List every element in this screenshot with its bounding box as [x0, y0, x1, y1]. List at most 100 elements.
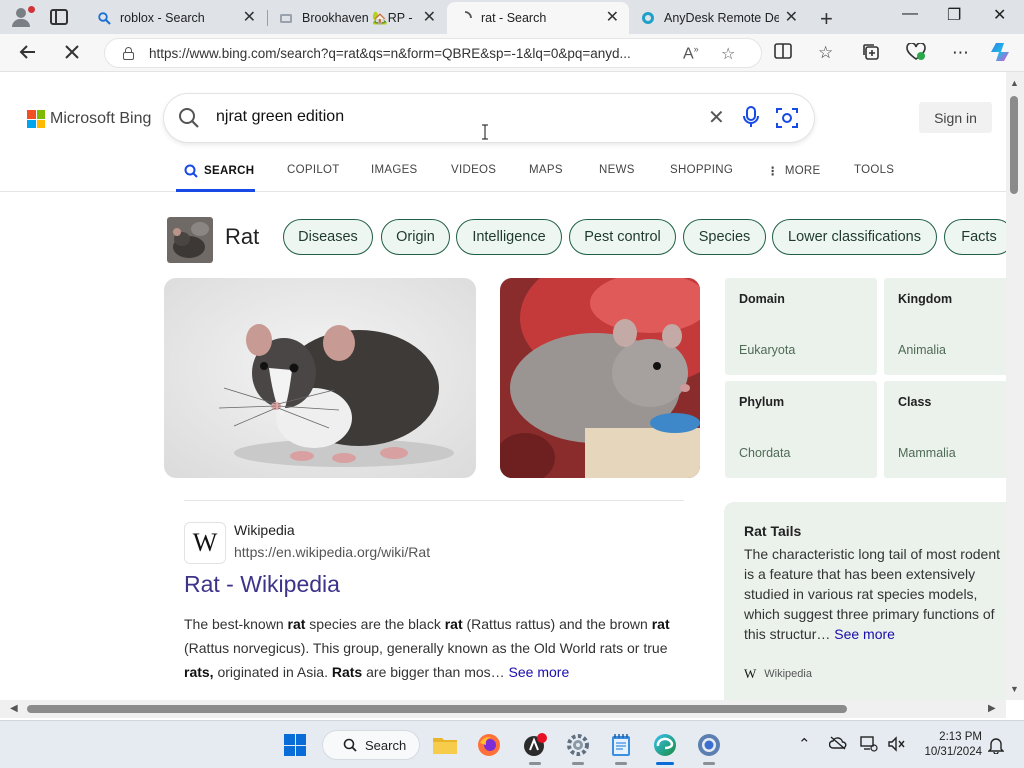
- scroll-left-icon[interactable]: ◀: [10, 703, 18, 714]
- close-window-icon[interactable]: ✕: [993, 5, 1006, 25]
- scroll-down-icon[interactable]: ▼: [1010, 684, 1019, 694]
- system-clock[interactable]: 2:13 PM 10/31/2024: [914, 730, 982, 760]
- edge-browser-icon[interactable]: [652, 733, 678, 757]
- scope-news[interactable]: NEWS: [599, 164, 635, 176]
- tab-title: Brookhaven 🏡RP - Roblox: [302, 10, 417, 25]
- collections-icon[interactable]: [862, 43, 880, 66]
- tab-rat-search[interactable]: rat - Search ✕: [447, 2, 629, 34]
- scope-more[interactable]: ⋮ MORE: [767, 164, 821, 178]
- taxonomy-value[interactable]: Mammalia: [898, 446, 956, 460]
- new-tab-button[interactable]: +: [820, 6, 833, 32]
- card-source[interactable]: W Wikipedia: [744, 666, 812, 682]
- taxonomy-value[interactable]: Animalia: [898, 343, 946, 357]
- chip-facts[interactable]: Facts: [944, 219, 1006, 255]
- entity-title: Rat: [225, 224, 260, 249]
- onedrive-sync-icon[interactable]: [828, 736, 847, 754]
- result-url[interactable]: https://en.wikipedia.org/wiki/Rat: [234, 544, 430, 560]
- profile-icon[interactable]: [8, 6, 36, 28]
- rat-image-1[interactable]: [164, 278, 476, 478]
- more-menu-icon[interactable]: ⋯: [952, 43, 969, 63]
- chip-origin[interactable]: Origin: [381, 219, 450, 255]
- close-tab-icon[interactable]: ✕: [785, 10, 798, 26]
- favorite-star-icon[interactable]: ☆: [721, 44, 735, 64]
- chip-intelligence[interactable]: Intelligence: [456, 219, 562, 255]
- rat-thumbnail-image[interactable]: [167, 217, 213, 263]
- scope-copilot[interactable]: COPILOT: [287, 164, 340, 176]
- tab-roblox-search[interactable]: roblox - Search ✕: [86, 2, 266, 34]
- taxonomy-value[interactable]: Eukaryota: [739, 343, 795, 357]
- close-tab-icon[interactable]: ✕: [423, 10, 436, 26]
- scroll-up-icon[interactable]: ▲: [1010, 78, 1019, 88]
- vertical-scrollbar[interactable]: ▲ ▼: [1006, 72, 1024, 700]
- horizontal-scroll-thumb[interactable]: [27, 705, 847, 713]
- favorites-icon[interactable]: ☆: [818, 43, 833, 63]
- card-text: The characteristic long tail of most rod…: [744, 544, 1006, 644]
- omnibox[interactable]: https://www.bing.com/search?q=rat&qs=n&f…: [104, 38, 762, 68]
- search-icon: [343, 738, 357, 752]
- copilot-icon[interactable]: [990, 40, 1014, 69]
- scope-tools[interactable]: TOOLS: [854, 164, 894, 176]
- windows-start-icon[interactable]: [284, 734, 306, 756]
- search-icon[interactable]: [178, 107, 200, 134]
- visual-search-icon[interactable]: [776, 107, 798, 134]
- horizontal-scrollbar[interactable]: ◀ ▶: [0, 700, 1006, 718]
- scope-label: SEARCH: [204, 165, 255, 177]
- firefox-icon[interactable]: [476, 733, 502, 757]
- result-title-link[interactable]: Rat - Wikipedia: [184, 571, 340, 598]
- tab-brookhaven[interactable]: Brookhaven 🏡RP - Roblox ✕: [268, 2, 446, 34]
- microphone-icon[interactable]: [742, 105, 760, 134]
- scroll-right-icon[interactable]: ▶: [988, 703, 996, 714]
- sign-in-button[interactable]: Sign in: [919, 102, 992, 133]
- taxonomy-value[interactable]: Chordata: [739, 446, 790, 460]
- search-box[interactable]: njrat green edition ✕: [164, 94, 814, 142]
- wikipedia-icon[interactable]: W: [184, 522, 226, 564]
- notification-bell-icon[interactable]: [987, 736, 1005, 758]
- chip-diseases[interactable]: Diseases: [283, 219, 373, 255]
- split-screen-icon[interactable]: [774, 43, 792, 64]
- notepad-icon[interactable]: [608, 733, 634, 757]
- tab-anydesk[interactable]: AnyDesk Remote Desktop ✕: [630, 2, 808, 34]
- read-aloud-icon[interactable]: A»: [683, 44, 699, 63]
- app-badge-icon[interactable]: [522, 733, 548, 757]
- scope-videos[interactable]: VIDEOS: [451, 164, 496, 176]
- search-input[interactable]: njrat green edition: [216, 108, 344, 126]
- result-source[interactable]: Wikipedia: [234, 522, 295, 538]
- see-more-link[interactable]: See more: [834, 626, 895, 642]
- scope-shopping[interactable]: SHOPPING: [670, 164, 733, 176]
- url-text[interactable]: https://www.bing.com/search?q=rat&qs=n&f…: [149, 46, 674, 61]
- stop-loading-icon[interactable]: [62, 42, 82, 68]
- close-tab-icon[interactable]: ✕: [606, 10, 619, 26]
- minimize-icon[interactable]: —: [902, 5, 918, 23]
- scope-images[interactable]: IMAGES: [371, 164, 418, 176]
- back-arrow-icon[interactable]: [18, 42, 38, 68]
- chip-pest-control[interactable]: Pest control: [569, 219, 676, 255]
- restore-icon[interactable]: ❐: [947, 5, 961, 25]
- card-source-label: Wikipedia: [764, 668, 812, 680]
- settings-gear-icon[interactable]: [565, 733, 591, 757]
- rat-image-2[interactable]: [500, 278, 700, 478]
- taxonomy-domain: Domain Eukaryota: [725, 278, 877, 375]
- bing-logo[interactable]: Microsoft Bing: [27, 110, 151, 128]
- chip-lower-classifications[interactable]: Lower classifications: [772, 219, 937, 255]
- clear-icon[interactable]: ✕: [708, 105, 725, 130]
- close-tab-icon[interactable]: ✕: [243, 10, 256, 26]
- scope-maps[interactable]: MAPS: [529, 164, 563, 176]
- running-indicator: [703, 762, 715, 765]
- volume-muted-icon[interactable]: [887, 736, 905, 756]
- lock-icon[interactable]: [123, 47, 134, 60]
- tab-actions-icon[interactable]: [50, 9, 68, 25]
- scope-search[interactable]: SEARCH: [184, 164, 254, 178]
- result-snippet: The best-known rat species are the black…: [184, 616, 670, 680]
- taskbar-search[interactable]: Search: [322, 730, 420, 760]
- network-icon[interactable]: [860, 736, 878, 756]
- see-more-link[interactable]: See more: [509, 664, 570, 680]
- taskbar: Search ⌃ 2:13 PM 10/31/2024: [0, 720, 1024, 768]
- chip-species[interactable]: Species: [683, 219, 766, 255]
- chrome-icon[interactable]: [696, 733, 722, 757]
- active-scope-indicator: [176, 189, 255, 192]
- wikipedia-icon: W: [744, 666, 757, 681]
- vertical-scroll-thumb[interactable]: [1010, 96, 1018, 194]
- chevron-up-icon[interactable]: ⌃: [798, 735, 811, 753]
- browser-essentials-icon[interactable]: [906, 42, 926, 66]
- file-explorer-icon[interactable]: [432, 733, 458, 757]
